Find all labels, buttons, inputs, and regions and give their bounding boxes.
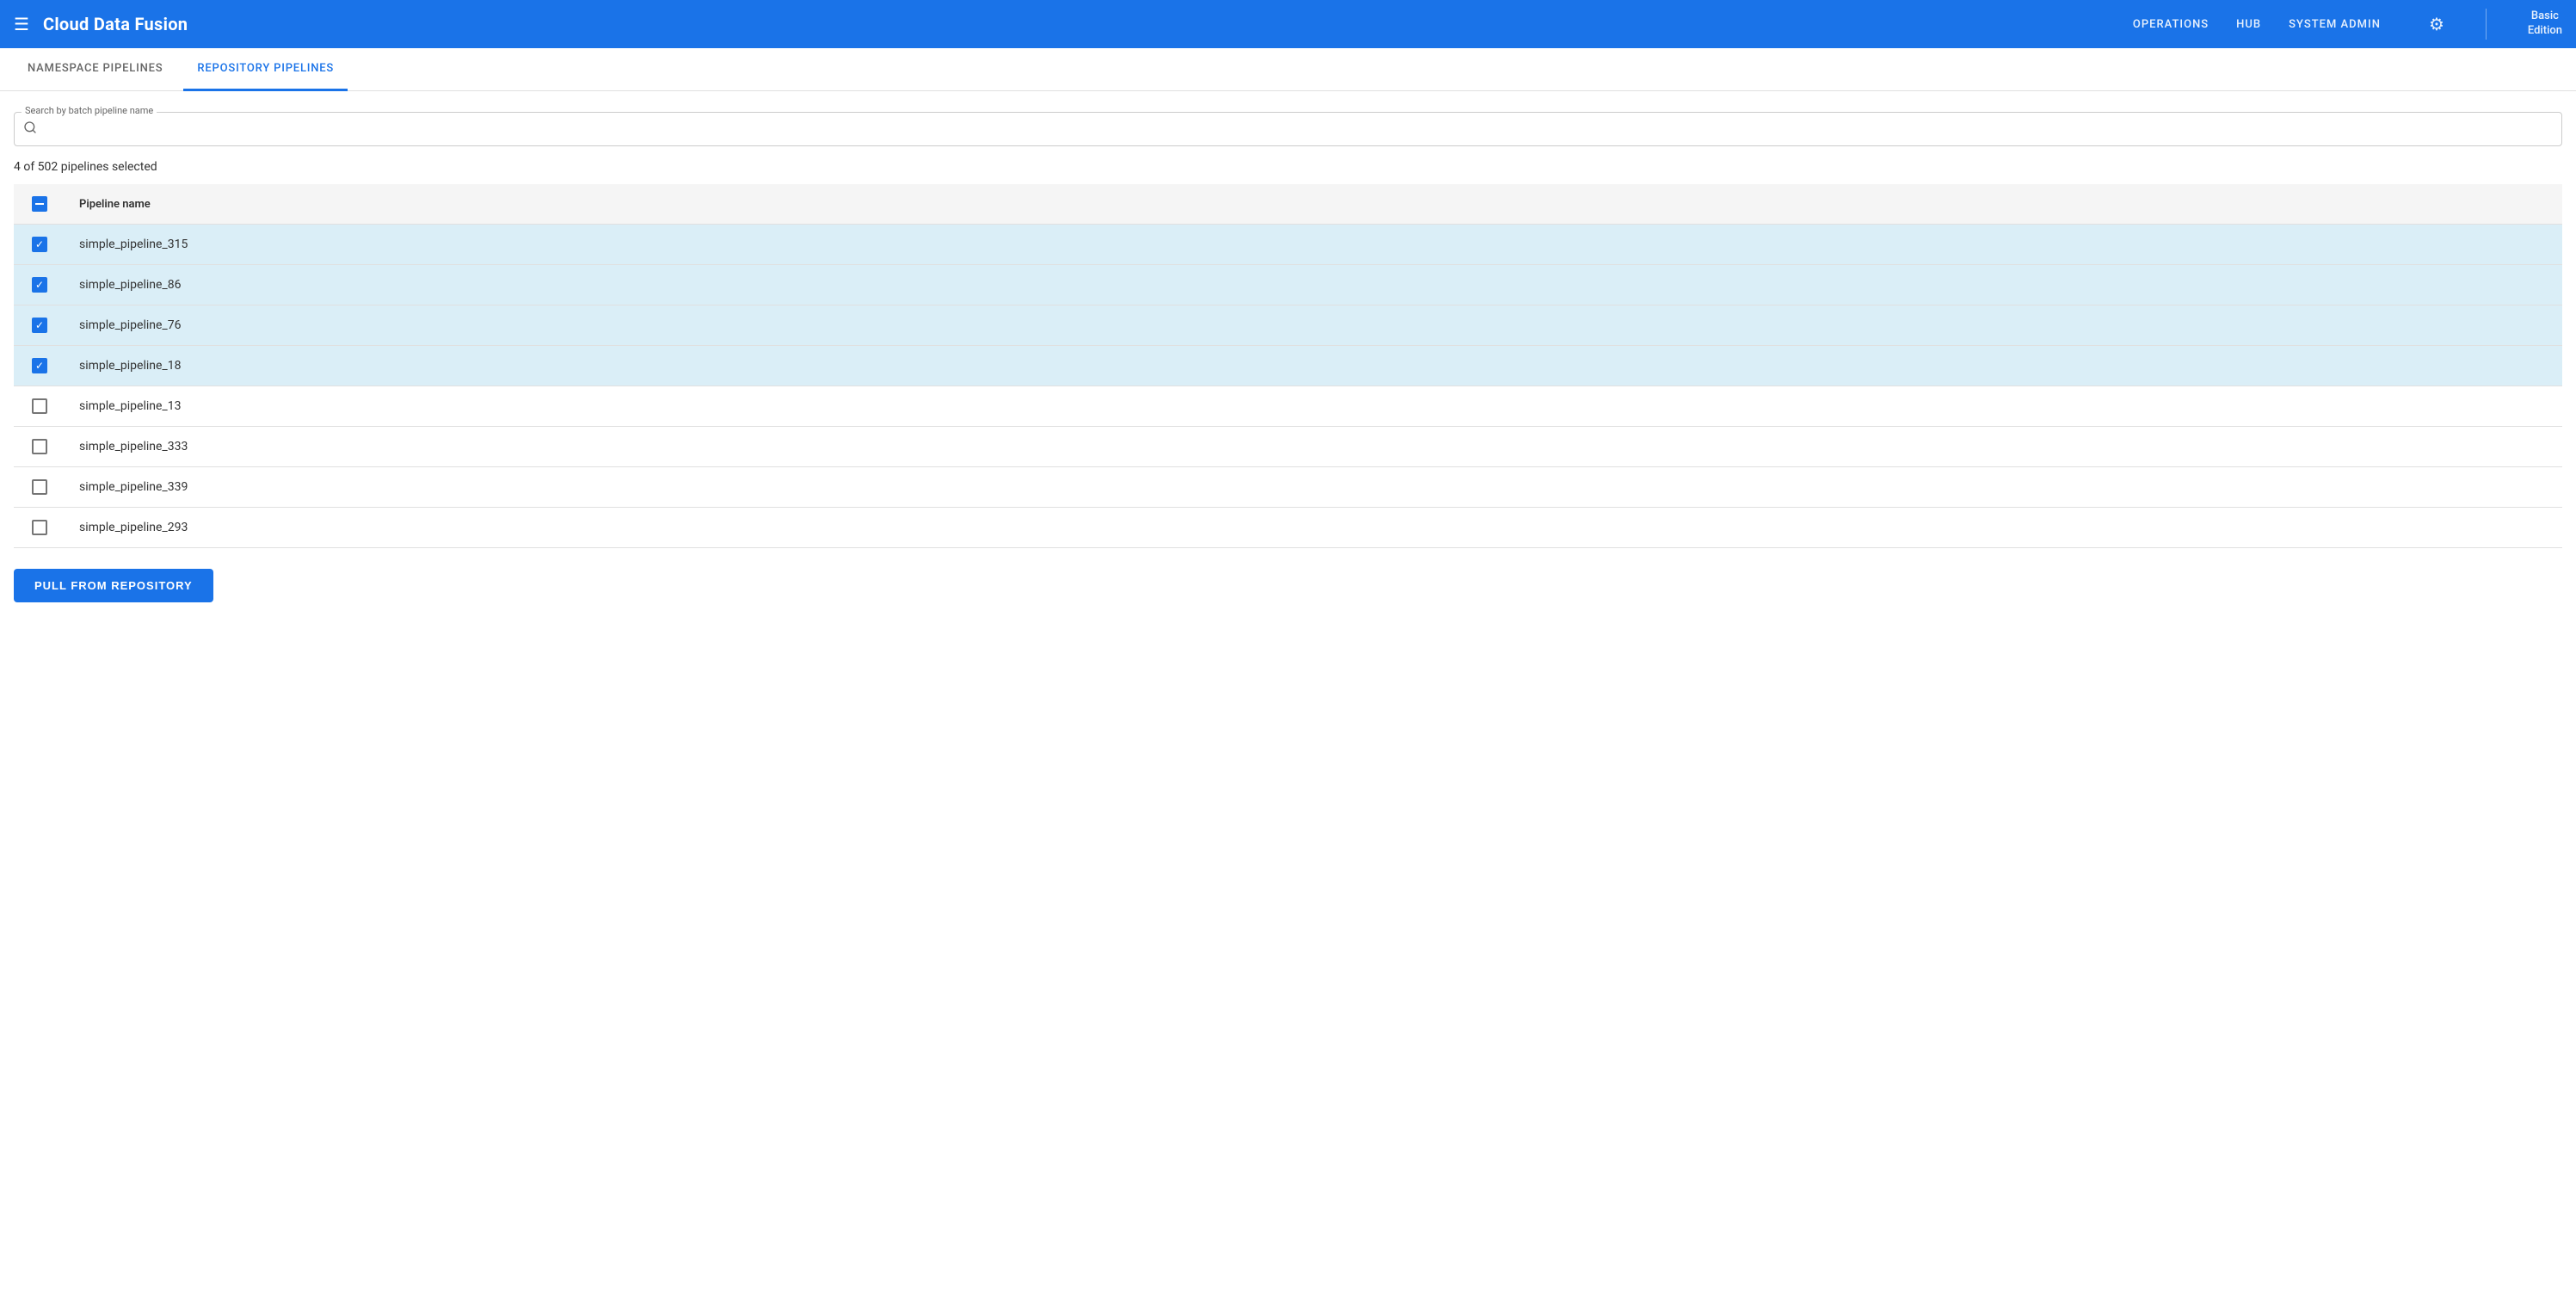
header-divider <box>2486 9 2487 40</box>
table-row: ✓ simple_pipeline_18 <box>14 346 2562 386</box>
row-checkbox[interactable]: ✓ <box>32 358 47 373</box>
search-container: Search by batch pipeline name <box>14 112 2562 146</box>
row-checkbox[interactable] <box>32 520 47 535</box>
table-row: simple_pipeline_339 <box>14 467 2562 508</box>
row-checkbox-cell[interactable] <box>14 427 65 467</box>
pipeline-name-header: Pipeline name <box>65 184 2562 225</box>
row-checkbox[interactable]: ✓ <box>32 237 47 252</box>
nav-system-admin[interactable]: SYSTEM ADMIN <box>2289 18 2381 31</box>
row-checkbox-cell[interactable]: ✓ <box>14 265 65 305</box>
pipeline-table: Pipeline name ✓ simple_pipeline_315 ✓ simpl… <box>14 184 2562 548</box>
table-row: simple_pipeline_13 <box>14 386 2562 427</box>
settings-icon[interactable]: ⚙ <box>2429 14 2444 34</box>
table-header-row: Pipeline name <box>14 184 2562 225</box>
tabs-container: NAMESPACE PIPELINES REPOSITORY PIPELINES <box>0 48 2576 91</box>
row-checkbox-cell[interactable] <box>14 508 65 548</box>
pipeline-name-cell: simple_pipeline_13 <box>65 386 2562 427</box>
table-row: simple_pipeline_293 <box>14 508 2562 548</box>
table-row: ✓ simple_pipeline_86 <box>14 265 2562 305</box>
pipeline-name-cell: simple_pipeline_315 <box>65 225 2562 265</box>
pipeline-name-cell: simple_pipeline_76 <box>65 305 2562 346</box>
row-checkbox[interactable]: ✓ <box>32 318 47 333</box>
selection-count: 4 of 502 pipelines selected <box>14 160 2562 174</box>
nav-hub[interactable]: HUB <box>2236 18 2261 31</box>
search-icon <box>23 120 37 138</box>
search-input[interactable] <box>46 116 2554 142</box>
pull-from-repository-button[interactable]: PULL FROM REPOSITORY <box>14 569 213 602</box>
pipeline-name-cell: simple_pipeline_339 <box>65 467 2562 508</box>
table-row: ✓ simple_pipeline_76 <box>14 305 2562 346</box>
edition-badge: BasicEdition <box>2528 9 2562 39</box>
table-row: simple_pipeline_333 <box>14 427 2562 467</box>
pipeline-name-cell: simple_pipeline_333 <box>65 427 2562 467</box>
tab-namespace-pipelines[interactable]: NAMESPACE PIPELINES <box>14 48 176 91</box>
row-checkbox-cell[interactable]: ✓ <box>14 346 65 386</box>
main-content: Search by batch pipeline name 4 of 502 p… <box>0 91 2576 616</box>
tab-repository-pipelines[interactable]: REPOSITORY PIPELINES <box>183 48 348 91</box>
select-all-checkbox[interactable] <box>32 196 47 212</box>
select-all-header[interactable] <box>14 184 65 225</box>
row-checkbox-cell[interactable]: ✓ <box>14 225 65 265</box>
nav-operations[interactable]: OPERATIONS <box>2133 18 2209 31</box>
pipeline-name-cell: simple_pipeline_86 <box>65 265 2562 305</box>
app-logo: Cloud Data Fusion <box>43 14 2133 34</box>
row-checkbox[interactable] <box>32 479 47 495</box>
menu-icon[interactable]: ☰ <box>14 15 29 33</box>
row-checkbox-cell[interactable] <box>14 386 65 427</box>
row-checkbox-cell[interactable]: ✓ <box>14 305 65 346</box>
row-checkbox[interactable] <box>32 439 47 454</box>
row-checkbox[interactable]: ✓ <box>32 277 47 293</box>
search-label: Search by batch pipeline name <box>22 105 157 116</box>
row-checkbox-cell[interactable] <box>14 467 65 508</box>
pipeline-name-cell: simple_pipeline_293 <box>65 508 2562 548</box>
app-header: ☰ Cloud Data Fusion OPERATIONS HUB SYSTE… <box>0 0 2576 48</box>
table-row: ✓ simple_pipeline_315 <box>14 225 2562 265</box>
row-checkbox[interactable] <box>32 398 47 414</box>
pipeline-name-cell: simple_pipeline_18 <box>65 346 2562 386</box>
header-nav: OPERATIONS HUB SYSTEM ADMIN ⚙ BasicEditi… <box>2133 9 2562 40</box>
